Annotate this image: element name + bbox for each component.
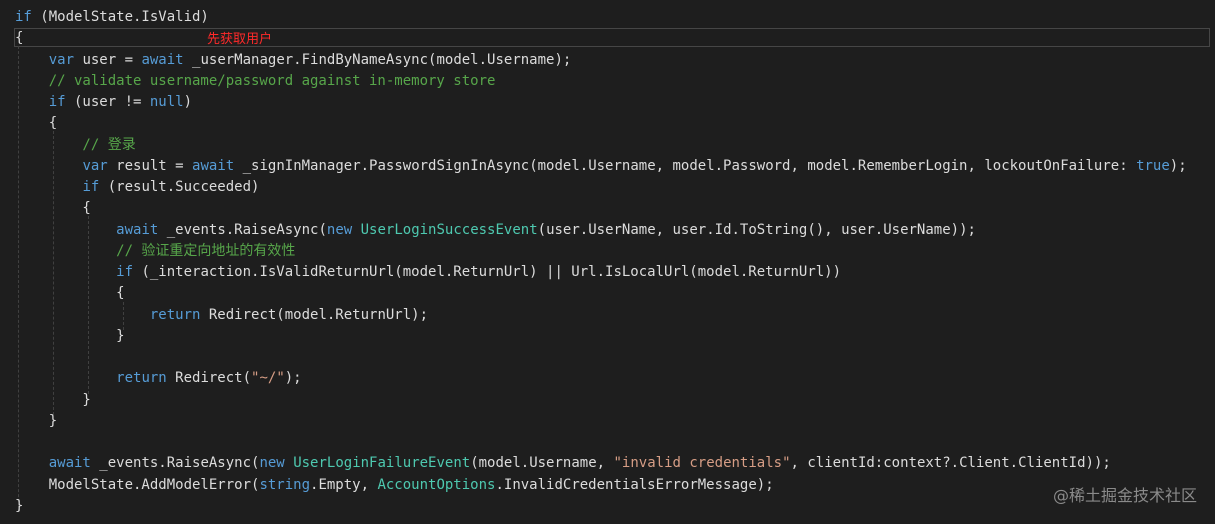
code-line[interactable]: { [0, 113, 1215, 134]
code-token: await [116, 221, 159, 238]
code-line[interactable]: if (ModelState.IsValid) [0, 7, 1215, 28]
code-token: "~/" [251, 370, 285, 387]
code-token: (user != [65, 94, 150, 110]
code-line[interactable] [0, 347, 1215, 368]
code-token: if [15, 9, 32, 25]
code-line[interactable]: return Redirect("~/"); [0, 368, 1215, 389]
code-token: } [15, 327, 125, 344]
code-token: _signInManager.PasswordSignInAsync(model… [234, 157, 1137, 174]
code-line[interactable]: { [0, 283, 1215, 304]
code-token: ); [1169, 157, 1187, 174]
code-token: AccountOptions [377, 476, 496, 493]
code-token: UserLoginFailureEvent [293, 455, 471, 472]
code-token: null [149, 94, 184, 110]
code-line[interactable]: // 登录 [0, 135, 1215, 156]
code-line[interactable]: ModelState.AddModelError(string.Empty, A… [0, 475, 1215, 496]
code-token: ) [183, 94, 193, 110]
code-token: , clientId:context?.Client.ClientId)); [790, 455, 1111, 472]
code-token: new [326, 221, 353, 238]
code-token: .Empty, [310, 476, 378, 493]
code-token: _userManager.FindByNameAsync(model.Usern… [183, 51, 572, 68]
code-line[interactable]: if (result.Succeeded) [0, 177, 1215, 198]
code-token: return [116, 370, 167, 387]
code-line[interactable]: { [0, 198, 1215, 219]
code-token: true [1136, 157, 1170, 174]
code-token: user = [74, 51, 142, 68]
code-token: if [116, 264, 134, 280]
code-editor[interactable]: if (ModelState.IsValid) { var user = awai… [0, 0, 1215, 524]
code-token: // 登录 [15, 136, 136, 153]
code-line[interactable]: // validate username/password against in… [0, 71, 1215, 92]
code-token: string [259, 476, 311, 493]
code-token: if [82, 179, 100, 195]
code-token: _events.RaiseAsync( [158, 221, 327, 238]
code-token: new [259, 455, 285, 472]
code-line[interactable]: if (_interaction.IsValidReturnUrl(model.… [0, 262, 1215, 283]
code-token: await [192, 157, 235, 174]
code-line[interactable]: } [0, 390, 1215, 411]
code-token: await [141, 51, 184, 68]
code-token: UserLoginSuccessEvent [360, 221, 538, 238]
code-token: // validate username/password against in… [15, 72, 496, 89]
code-token: // 验证重定向地址的有效性 [15, 242, 296, 259]
code-token: { [15, 285, 125, 302]
code-line[interactable]: await _events.RaiseAsync(new UserLoginSu… [0, 220, 1215, 241]
code-line[interactable]: } [0, 496, 1215, 517]
code-token: (user.UserName, user.Id.ToString(), user… [537, 221, 976, 238]
code-token: (model.Username, [470, 455, 614, 472]
code-token: } [15, 391, 91, 408]
code-line[interactable]: // 验证重定向地址的有效性 [0, 241, 1215, 262]
watermark: @稀土掘金技术社区 [1052, 486, 1197, 505]
code-token: } [15, 497, 24, 514]
code-token: if [48, 94, 66, 110]
code-line[interactable]: } [0, 326, 1215, 347]
code-line[interactable]: if (user != null) [0, 92, 1215, 113]
code-token: (result.Succeeded) [99, 179, 260, 195]
code-token: result = [107, 157, 193, 174]
code-line[interactable]: await _events.RaiseAsync(new UserLoginFa… [0, 453, 1215, 474]
annotation-label: 先获取用户 [207, 32, 273, 47]
code-token: var [82, 157, 108, 174]
code-token: ); [284, 370, 302, 387]
code-token: { [15, 200, 91, 217]
code-token: ModelState.AddModelError( [15, 476, 260, 493]
code-token: Redirect( [166, 370, 252, 387]
code-token: await [48, 455, 91, 472]
code-token: (ModelState.IsValid) [31, 9, 209, 25]
code-line[interactable]: } [0, 411, 1215, 432]
code-token: return [149, 306, 201, 323]
code-token: .InvalidCredentialsErrorMessage); [495, 476, 774, 493]
code-token: } [15, 412, 58, 429]
code-line[interactable] [0, 432, 1215, 453]
code-token: "invalid credentials" [613, 455, 791, 472]
code-token: Redirect(model.ReturnUrl); [200, 306, 429, 323]
code-token: { [15, 115, 58, 132]
code-line[interactable]: { [0, 28, 1215, 49]
code-line[interactable]: var result = await _signInManager.Passwo… [0, 156, 1215, 177]
code-line[interactable]: return Redirect(model.ReturnUrl); [0, 305, 1215, 326]
code-token: (_interaction.IsValidReturnUrl(model.Ret… [133, 264, 842, 280]
code-token: _events.RaiseAsync( [90, 455, 260, 472]
code-token: var [48, 51, 75, 68]
code-token: { [15, 30, 24, 47]
code-line[interactable]: var user = await _userManager.FindByName… [0, 50, 1215, 71]
